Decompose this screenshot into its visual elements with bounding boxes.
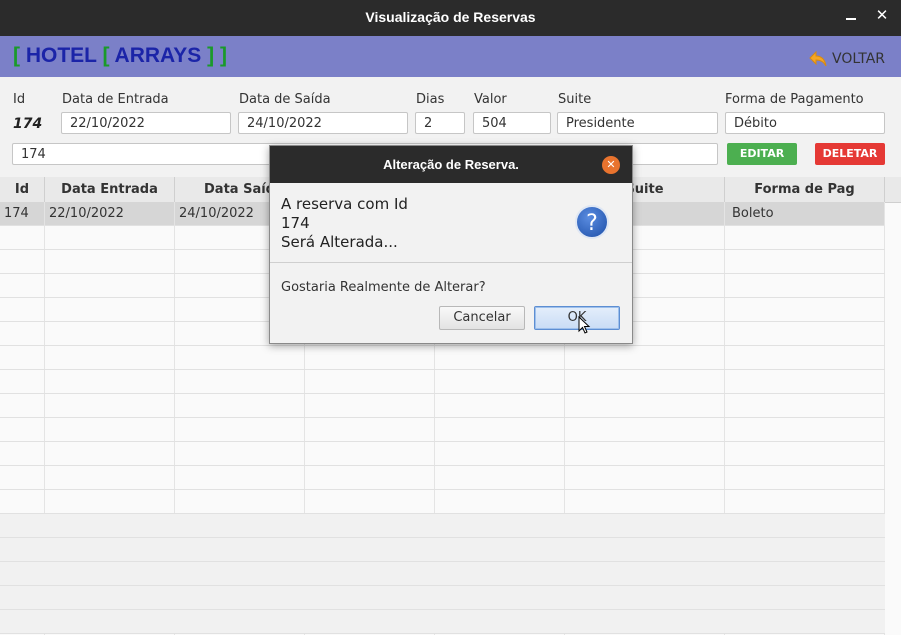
confirm-dialog: Alteração de Reserva. ✕ A reserva com Id…	[269, 145, 633, 344]
table-row[interactable]	[0, 538, 885, 562]
back-arrow-icon	[809, 50, 827, 67]
id-value: 174	[13, 116, 43, 132]
mouse-cursor-icon	[578, 316, 591, 334]
cell-entrada: 22/10/2022	[45, 202, 175, 226]
table-row[interactable]	[0, 562, 885, 586]
cancel-button[interactable]: Cancelar	[439, 306, 525, 330]
table-row[interactable]	[0, 490, 885, 514]
suite-field[interactable]: Presidente	[557, 112, 718, 134]
back-label: VOLTAR	[832, 51, 885, 67]
table-row[interactable]	[0, 394, 885, 418]
dialog-title: Alteração de Reserva.	[383, 157, 519, 172]
dias-field[interactable]: 2	[415, 112, 465, 134]
table-row[interactable]	[0, 418, 885, 442]
close-icon[interactable]: ✕	[873, 6, 891, 24]
dialog-message-line: A reserva com Id	[281, 195, 408, 213]
app-header: [ HOTEL [ ARRAYS ] ] VOLTAR	[0, 36, 901, 77]
label-pagamento: Forma de Pagamento	[725, 92, 864, 107]
entrada-field[interactable]: 22/10/2022	[61, 112, 231, 134]
logo-hotel: HOTEL	[25, 44, 97, 67]
column-header[interactable]: Data Entrada	[45, 177, 175, 202]
label-dias: Dias	[416, 92, 445, 107]
logo-bracket: ]	[207, 44, 215, 67]
column-header[interactable]: Forma de Pag	[725, 177, 885, 202]
cell-pagamento: Boleto	[725, 202, 885, 226]
edit-button[interactable]: EDITAR	[727, 143, 797, 165]
delete-button[interactable]: DELETAR	[815, 143, 885, 165]
label-valor: Valor	[474, 92, 507, 107]
dialog-message-line: 174	[281, 214, 310, 232]
label-entrada: Data de Entrada	[62, 92, 169, 107]
table-row[interactable]	[0, 442, 885, 466]
table-row[interactable]	[0, 610, 885, 634]
ok-button[interactable]: OK	[534, 306, 620, 330]
table-row[interactable]	[0, 514, 885, 538]
table-row[interactable]	[0, 466, 885, 490]
logo-bracket: ]	[219, 44, 227, 67]
question-icon: ?	[575, 205, 609, 239]
back-button[interactable]: VOLTAR	[808, 49, 885, 69]
saida-field[interactable]: 24/10/2022	[238, 112, 408, 134]
dialog-message-line: Será Alterada...	[281, 233, 398, 251]
window-titlebar: Visualização de Reservas ✕	[0, 0, 901, 36]
logo-bracket: [	[13, 44, 20, 67]
dialog-titlebar: Alteração de Reserva. ✕	[270, 146, 632, 183]
table-row[interactable]	[0, 370, 885, 394]
cell-id: 174	[0, 202, 45, 226]
minimize-icon[interactable]	[844, 9, 858, 23]
label-saida: Data de Saída	[239, 92, 331, 107]
dialog-close-icon[interactable]: ✕	[602, 156, 620, 174]
logo-arrays: ARRAYS	[114, 44, 202, 67]
label-suite: Suite	[558, 92, 592, 107]
pagamento-field[interactable]: Débito	[725, 112, 885, 134]
column-header[interactable]: Id	[0, 177, 45, 202]
label-id: Id	[13, 92, 26, 107]
dialog-separator	[270, 262, 632, 263]
valor-field[interactable]: 504	[473, 112, 551, 134]
hotel-logo: [ HOTEL [ ARRAYS ] ]	[13, 44, 227, 68]
dialog-question: Gostaria Realmente de Alterar?	[281, 280, 486, 295]
window-title: Visualização de Reservas	[365, 9, 536, 25]
table-row[interactable]	[0, 586, 885, 610]
table-row[interactable]	[0, 346, 885, 370]
logo-bracket: [	[102, 44, 110, 67]
